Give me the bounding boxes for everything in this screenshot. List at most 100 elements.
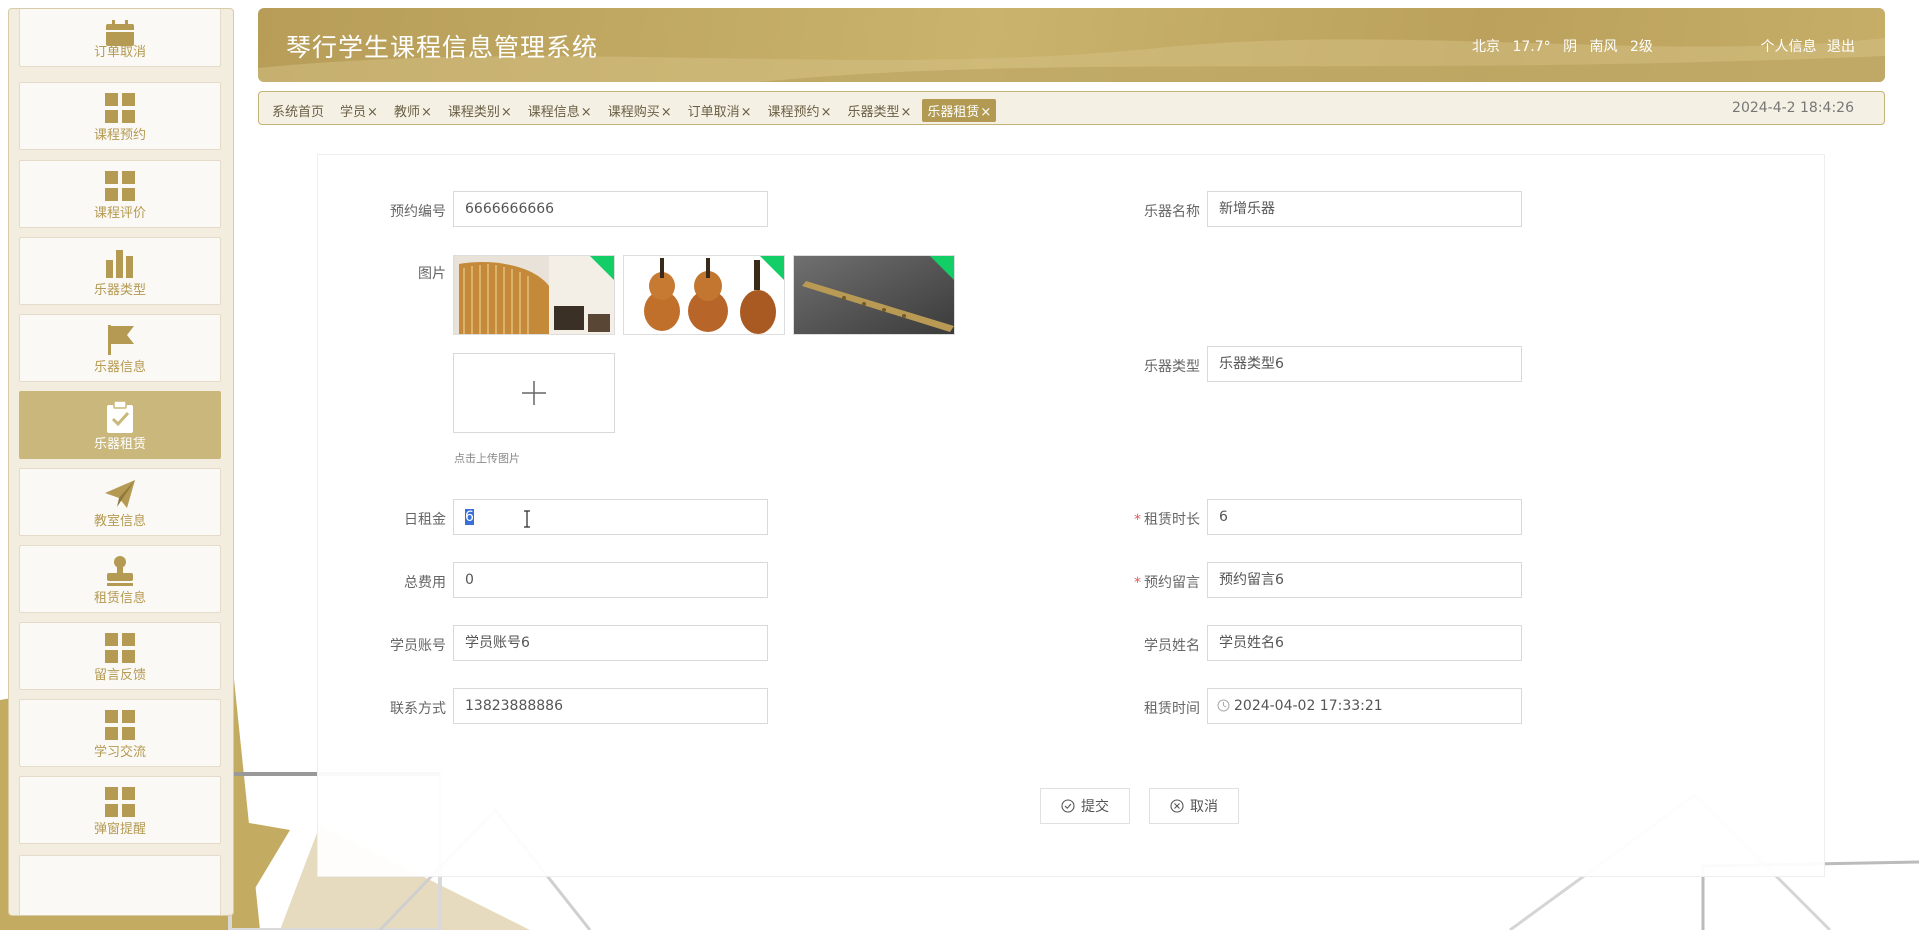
- text-cursor-icon: [524, 510, 530, 528]
- check-circle-icon: [1061, 799, 1075, 813]
- tab-close-icon[interactable]: ×: [741, 105, 752, 120]
- tab-home[interactable]: 系统首页: [267, 99, 329, 122]
- sidebar-item-feedback[interactable]: 留言反馈: [19, 622, 221, 690]
- sidebar-item-label: 留言反馈: [93, 668, 146, 683]
- grid-icon: [105, 710, 135, 740]
- instrument-type-input[interactable]: 乐器类型6: [1207, 346, 1522, 382]
- sidebar-item-label: 课程预约: [93, 128, 146, 143]
- sidebar-item-label: 租赁信息: [93, 591, 146, 606]
- uploaded-image-violins[interactable]: [623, 255, 785, 335]
- tab-label: 系统首页: [272, 105, 325, 120]
- app-header: 琴行学生课程信息管理系统 北京 17.7° 阴 南风 2级 个人信息 退出: [258, 8, 1885, 82]
- grid-icon: [105, 633, 135, 663]
- rent-time-picker[interactable]: 2024-04-02 17:33:21: [1207, 688, 1522, 724]
- sidebar-item-course-booking[interactable]: 课程预约: [19, 82, 221, 150]
- weather-condition: 阴: [1563, 39, 1578, 55]
- weather-level: 2级: [1629, 39, 1653, 55]
- tab-course-booking[interactable]: 课程预约×: [763, 99, 837, 122]
- profile-link[interactable]: 个人信息: [1761, 39, 1817, 55]
- student-name-input[interactable]: 学员姓名6: [1207, 625, 1522, 661]
- tab-label: 课程购买: [607, 105, 660, 120]
- tab-course-category[interactable]: 课程类别×: [443, 99, 517, 122]
- logout-link[interactable]: 退出: [1827, 39, 1855, 55]
- close-circle-icon: [1170, 799, 1184, 813]
- instrument-name-label: 乐器名称: [1144, 204, 1200, 220]
- sidebar-item-instrument-rental[interactable]: 乐器租赁: [19, 391, 221, 459]
- contact-input[interactable]: 13823888886: [453, 688, 768, 724]
- tab-close-icon[interactable]: ×: [581, 105, 592, 120]
- submit-label: 提交: [1081, 799, 1109, 815]
- reservation-note-label-text: 预约留言: [1144, 575, 1200, 591]
- tab-label: 乐器类型: [847, 105, 900, 120]
- plus-icon: [522, 381, 546, 405]
- rental-form-panel: 预约编号 6666666666 乐器名称 新增乐器 图片 点击上传图片 乐器类型…: [317, 154, 1825, 877]
- upload-hint: 点击上传图片: [454, 452, 520, 465]
- instrument-type-label: 乐器类型: [1144, 359, 1200, 375]
- sidebar-item-classroom-info[interactable]: 教室信息: [19, 468, 221, 536]
- weather-wind: 南风: [1589, 39, 1618, 55]
- sidebar: 订单取消 课程预约 课程评价 乐器类型 乐器信息 乐器租赁 教室信息 租赁信息 …: [8, 8, 234, 916]
- uploaded-image-harp[interactable]: [453, 255, 615, 335]
- rent-duration-label: * 租赁时长: [1080, 509, 1200, 529]
- rent-duration-input[interactable]: 6: [1207, 499, 1522, 535]
- tab-instrument-rental[interactable]: 乐器租赁×: [922, 99, 997, 122]
- tab-close-icon[interactable]: ×: [980, 105, 991, 120]
- tab-order-cancel[interactable]: 订单取消×: [683, 99, 757, 122]
- uploaded-image-flute[interactable]: [793, 255, 955, 335]
- user-links: 个人信息 退出: [1755, 36, 1855, 56]
- tab-label: 课程信息: [527, 105, 580, 120]
- sidebar-item-course-review[interactable]: 课程评价: [19, 160, 221, 228]
- image-upload-button[interactable]: [453, 353, 615, 433]
- reservation-note-input[interactable]: 预约留言6: [1207, 562, 1522, 598]
- sidebar-item-rental-info[interactable]: 租赁信息: [19, 545, 221, 613]
- tab-students[interactable]: 学员×: [335, 99, 383, 122]
- total-cost-label: 总费用: [404, 575, 446, 591]
- daily-rent-label: 日租金: [404, 512, 446, 528]
- rent-duration-label-text: 租赁时长: [1144, 512, 1200, 528]
- required-mark: *: [1134, 575, 1141, 591]
- student-account-input[interactable]: 学员账号6: [453, 625, 768, 661]
- submit-button[interactable]: 提交: [1040, 788, 1130, 824]
- rent-time-label: 租赁时间: [1144, 701, 1200, 717]
- total-cost-input[interactable]: 0: [453, 562, 768, 598]
- daily-rent-input[interactable]: 6: [453, 499, 768, 535]
- sidebar-item-popup-reminder[interactable]: 弹窗提醒: [19, 776, 221, 844]
- sidebar-item-label: 乐器类型: [93, 283, 146, 298]
- sidebar-item-label: 乐器信息: [93, 360, 146, 375]
- tab-instrument-type[interactable]: 乐器类型×: [842, 99, 916, 122]
- tab-close-icon[interactable]: ×: [661, 105, 672, 120]
- cancel-button[interactable]: 取消: [1149, 788, 1239, 824]
- tab-teachers[interactable]: 教师×: [389, 99, 437, 122]
- tab-close-icon[interactable]: ×: [821, 105, 832, 120]
- tab-course-purchase[interactable]: 课程购买×: [603, 99, 677, 122]
- sidebar-item-order-cancel[interactable]: 订单取消: [19, 9, 221, 67]
- contact-label: 联系方式: [390, 701, 446, 717]
- paper-plane-icon: [105, 480, 135, 508]
- weather-city: 北京: [1472, 39, 1500, 55]
- tab-course-info[interactable]: 课程信息×: [523, 99, 597, 122]
- sidebar-item-study-exchange[interactable]: 学习交流: [19, 699, 221, 767]
- sidebar-item-instrument-type[interactable]: 乐器类型: [19, 237, 221, 305]
- instrument-name-input[interactable]: 新增乐器: [1207, 191, 1522, 227]
- weather-info: 北京 17.7° 阴 南风 2级: [1472, 36, 1661, 56]
- clock-icon: [1217, 699, 1230, 712]
- sidebar-item-label: 课程评价: [93, 206, 146, 221]
- flag-icon: [108, 325, 134, 355]
- selected-text: 6: [465, 509, 474, 525]
- grid-icon: [105, 93, 135, 123]
- sidebar-item-more[interactable]: [19, 855, 221, 915]
- tab-close-icon[interactable]: ×: [900, 105, 911, 120]
- image-label: 图片: [418, 266, 446, 282]
- sidebar-item-label: 教室信息: [93, 514, 146, 529]
- tab-label: 教师: [393, 105, 420, 120]
- rent-time-value: 2024-04-02 17:33:21: [1234, 698, 1383, 714]
- tab-label: 订单取消: [687, 105, 740, 120]
- sidebar-item-instrument-info[interactable]: 乐器信息: [19, 314, 221, 382]
- reservation-no-input[interactable]: 6666666666: [453, 191, 768, 227]
- tab-close-icon[interactable]: ×: [367, 105, 378, 120]
- tab-close-icon[interactable]: ×: [421, 105, 432, 120]
- grid-icon: [105, 171, 135, 201]
- tab-close-icon[interactable]: ×: [501, 105, 512, 120]
- datetime-display: 2024-4-2 18:4:26: [1732, 100, 1854, 116]
- required-mark: *: [1134, 512, 1141, 528]
